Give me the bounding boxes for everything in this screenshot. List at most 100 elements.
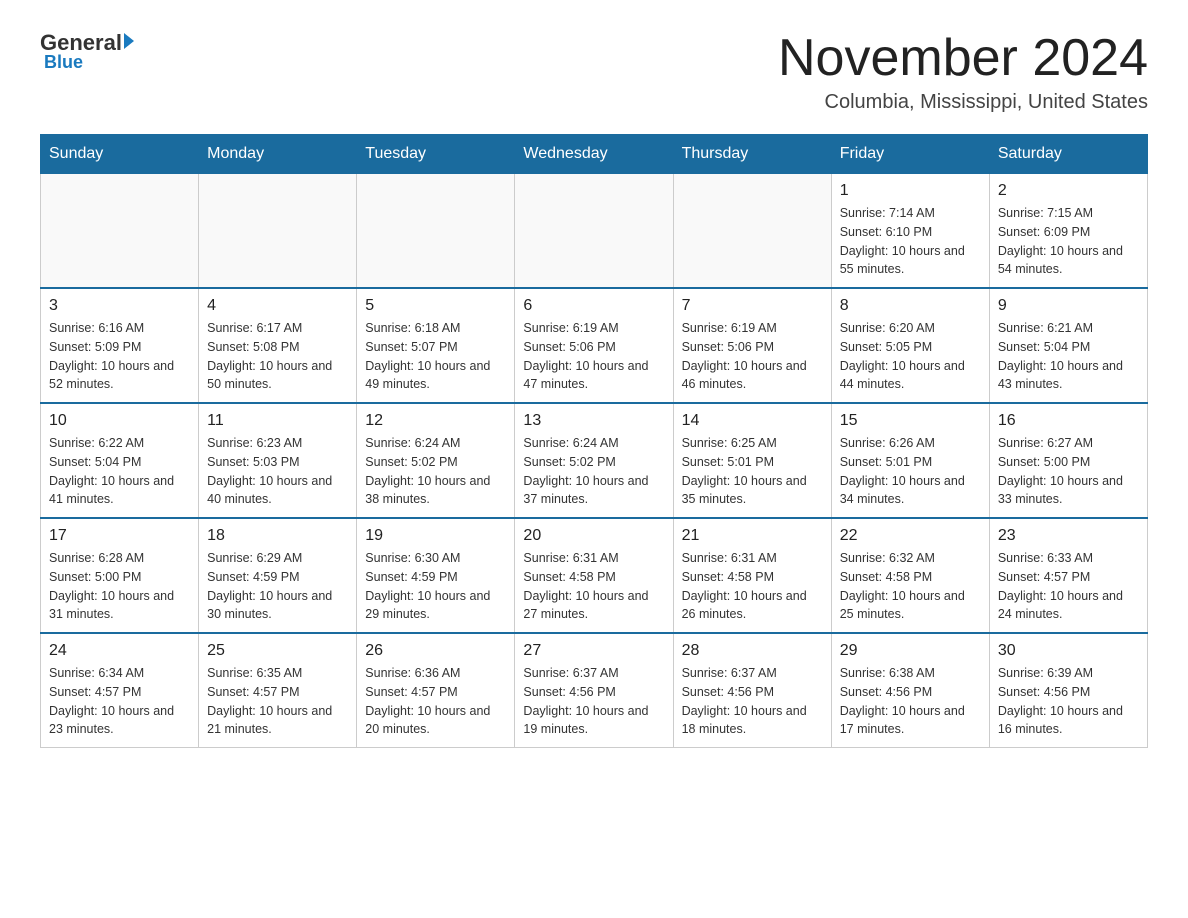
day-info: Sunrise: 7:15 AMSunset: 6:09 PMDaylight:… (998, 204, 1139, 279)
day-number: 16 (998, 412, 1139, 430)
day-info: Sunrise: 6:37 AMSunset: 4:56 PMDaylight:… (682, 664, 823, 739)
calendar-day-cell: 30 Sunrise: 6:39 AMSunset: 4:56 PMDayligh… (989, 633, 1147, 748)
day-number: 4 (207, 297, 348, 315)
day-info: Sunrise: 6:39 AMSunset: 4:56 PMDaylight:… (998, 664, 1139, 739)
calendar-day-cell: 13 Sunrise: 6:24 AMSunset: 5:02 PMDayligh… (515, 403, 673, 518)
day-info: Sunrise: 6:30 AMSunset: 4:59 PMDaylight:… (365, 549, 506, 624)
day-number: 5 (365, 297, 506, 315)
calendar-day-cell: 26Sunrise: 6:36 AMSunset: 4:57 PMDayligh… (357, 633, 515, 748)
day-info: Sunrise: 6:18 AMSunset: 5:07 PMDaylight:… (365, 319, 506, 394)
day-info: Sunrise: 6:31 AMSunset: 4:58 PMDaylight:… (523, 549, 664, 624)
calendar-week-row: 3 Sunrise: 6:16 AMSunset: 5:09 PMDaylight… (41, 288, 1148, 403)
calendar-day-cell: 12 Sunrise: 6:24 AMSunset: 5:02 PMDayligh… (357, 403, 515, 518)
calendar-day-cell: 27 Sunrise: 6:37 AMSunset: 4:56 PMDayligh… (515, 633, 673, 748)
day-number: 26 (365, 642, 506, 660)
day-number: 29 (840, 642, 981, 660)
weekday-header-saturday: Saturday (989, 135, 1147, 174)
calendar-day-cell: 22 Sunrise: 6:32 AMSunset: 4:58 PMDayligh… (831, 518, 989, 633)
day-info: Sunrise: 6:38 AMSunset: 4:56 PMDaylight:… (840, 664, 981, 739)
calendar-day-cell: 4 Sunrise: 6:17 AMSunset: 5:08 PMDaylight… (199, 288, 357, 403)
day-number: 7 (682, 297, 823, 315)
calendar-day-cell: 3 Sunrise: 6:16 AMSunset: 5:09 PMDaylight… (41, 288, 199, 403)
day-number: 18 (207, 527, 348, 545)
day-number: 2 (998, 182, 1139, 200)
day-number: 11 (207, 412, 348, 430)
calendar-day-cell: 2 Sunrise: 7:15 AMSunset: 6:09 PMDaylight… (989, 174, 1147, 289)
day-info: Sunrise: 6:17 AMSunset: 5:08 PMDaylight:… (207, 319, 348, 394)
day-info: Sunrise: 6:35 AMSunset: 4:57 PMDaylight:… (207, 664, 348, 739)
calendar-day-cell (673, 174, 831, 289)
day-number: 6 (523, 297, 664, 315)
weekday-header-friday: Friday (831, 135, 989, 174)
day-number: 17 (49, 527, 190, 545)
calendar-day-cell: 19 Sunrise: 6:30 AMSunset: 4:59 PMDayligh… (357, 518, 515, 633)
weekday-header-wednesday: Wednesday (515, 135, 673, 174)
logo: General Blue (40, 30, 134, 73)
calendar-week-row: 10 Sunrise: 6:22 AMSunset: 5:04 PMDayligh… (41, 403, 1148, 518)
weekday-header-sunday: Sunday (41, 135, 199, 174)
day-info: Sunrise: 6:19 AMSunset: 5:06 PMDaylight:… (682, 319, 823, 394)
day-number: 23 (998, 527, 1139, 545)
day-info: Sunrise: 6:24 AMSunset: 5:02 PMDaylight:… (365, 434, 506, 509)
day-number: 25 (207, 642, 348, 660)
calendar-day-cell: 14 Sunrise: 6:25 AMSunset: 5:01 PMDayligh… (673, 403, 831, 518)
day-number: 30 (998, 642, 1139, 660)
day-info: Sunrise: 6:21 AMSunset: 5:04 PMDaylight:… (998, 319, 1139, 394)
day-number: 14 (682, 412, 823, 430)
day-number: 8 (840, 297, 981, 315)
calendar-day-cell: 1 Sunrise: 7:14 AMSunset: 6:10 PMDaylight… (831, 174, 989, 289)
calendar-day-cell: 5 Sunrise: 6:18 AMSunset: 5:07 PMDaylight… (357, 288, 515, 403)
calendar-day-cell: 16 Sunrise: 6:27 AMSunset: 5:00 PMDayligh… (989, 403, 1147, 518)
day-info: Sunrise: 6:23 AMSunset: 5:03 PMDaylight:… (207, 434, 348, 509)
weekday-header-thursday: Thursday (673, 135, 831, 174)
day-number: 13 (523, 412, 664, 430)
day-number: 27 (523, 642, 664, 660)
weekday-header-monday: Monday (199, 135, 357, 174)
day-info: Sunrise: 6:33 AMSunset: 4:57 PMDaylight:… (998, 549, 1139, 624)
day-number: 19 (365, 527, 506, 545)
calendar-day-cell (357, 174, 515, 289)
day-info: Sunrise: 6:16 AMSunset: 5:09 PMDaylight:… (49, 319, 190, 394)
calendar-day-cell: 24Sunrise: 6:34 AMSunset: 4:57 PMDayligh… (41, 633, 199, 748)
day-info: Sunrise: 6:20 AMSunset: 5:05 PMDaylight:… (840, 319, 981, 394)
calendar-day-cell: 10 Sunrise: 6:22 AMSunset: 5:04 PMDayligh… (41, 403, 199, 518)
day-info: Sunrise: 6:24 AMSunset: 5:02 PMDaylight:… (523, 434, 664, 509)
day-info: Sunrise: 6:37 AMSunset: 4:56 PMDaylight:… (523, 664, 664, 739)
day-info: Sunrise: 6:22 AMSunset: 5:04 PMDaylight:… (49, 434, 190, 509)
calendar-day-cell: 15 Sunrise: 6:26 AMSunset: 5:01 PMDayligh… (831, 403, 989, 518)
calendar-week-row: 24Sunrise: 6:34 AMSunset: 4:57 PMDayligh… (41, 633, 1148, 748)
day-info: Sunrise: 6:32 AMSunset: 4:58 PMDaylight:… (840, 549, 981, 624)
calendar-day-cell: 21 Sunrise: 6:31 AMSunset: 4:58 PMDayligh… (673, 518, 831, 633)
calendar-day-cell: 23 Sunrise: 6:33 AMSunset: 4:57 PMDayligh… (989, 518, 1147, 633)
day-number: 15 (840, 412, 981, 430)
calendar-day-cell: 18Sunrise: 6:29 AMSunset: 4:59 PMDayligh… (199, 518, 357, 633)
day-info: Sunrise: 6:25 AMSunset: 5:01 PMDaylight:… (682, 434, 823, 509)
day-number: 22 (840, 527, 981, 545)
weekday-header-tuesday: Tuesday (357, 135, 515, 174)
day-number: 21 (682, 527, 823, 545)
day-number: 3 (49, 297, 190, 315)
day-info: Sunrise: 6:27 AMSunset: 5:00 PMDaylight:… (998, 434, 1139, 509)
calendar-day-cell: 9 Sunrise: 6:21 AMSunset: 5:04 PMDaylight… (989, 288, 1147, 403)
calendar-table: SundayMondayTuesdayWednesdayThursdayFrid… (40, 134, 1148, 748)
calendar-day-cell: 7 Sunrise: 6:19 AMSunset: 5:06 PMDaylight… (673, 288, 831, 403)
calendar-day-cell: 25 Sunrise: 6:35 AMSunset: 4:57 PMDayligh… (199, 633, 357, 748)
day-number: 24 (49, 642, 190, 660)
day-info: Sunrise: 6:26 AMSunset: 5:01 PMDaylight:… (840, 434, 981, 509)
logo-arrow-icon (124, 33, 134, 49)
calendar-day-cell: 8 Sunrise: 6:20 AMSunset: 5:05 PMDaylight… (831, 288, 989, 403)
day-number: 10 (49, 412, 190, 430)
logo-blue-text: Blue (44, 52, 83, 73)
calendar-day-cell: 11 Sunrise: 6:23 AMSunset: 5:03 PMDayligh… (199, 403, 357, 518)
calendar-day-cell (199, 174, 357, 289)
day-number: 1 (840, 182, 981, 200)
location-title: Columbia, Mississippi, United States (778, 91, 1148, 114)
calendar-header-row: SundayMondayTuesdayWednesdayThursdayFrid… (41, 135, 1148, 174)
day-info: Sunrise: 6:28 AMSunset: 5:00 PMDaylight:… (49, 549, 190, 624)
day-number: 9 (998, 297, 1139, 315)
day-number: 12 (365, 412, 506, 430)
calendar-day-cell: 17 Sunrise: 6:28 AMSunset: 5:00 PMDayligh… (41, 518, 199, 633)
day-info: Sunrise: 6:31 AMSunset: 4:58 PMDaylight:… (682, 549, 823, 624)
page-header: General Blue November 2024 Columbia, Mis… (40, 30, 1148, 114)
day-info: Sunrise: 7:14 AMSunset: 6:10 PMDaylight:… (840, 204, 981, 279)
